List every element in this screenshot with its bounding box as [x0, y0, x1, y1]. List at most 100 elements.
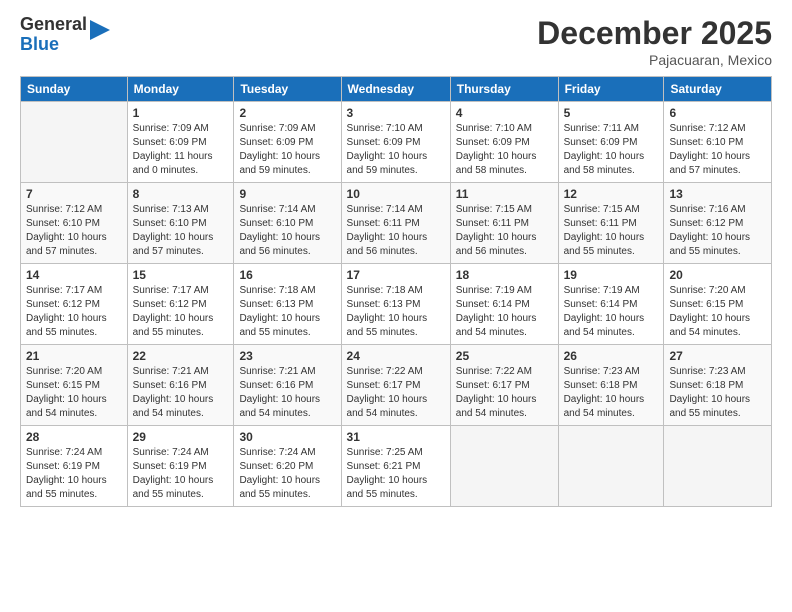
day-cell: 26 Sunrise: 7:23 AMSunset: 6:18 PMDaylig… — [558, 345, 664, 426]
day-cell: 19 Sunrise: 7:19 AMSunset: 6:14 PMDaylig… — [558, 264, 664, 345]
week-row-4: 21 Sunrise: 7:20 AMSunset: 6:15 PMDaylig… — [21, 345, 772, 426]
day-number: 1 — [133, 106, 229, 120]
day-info: Sunrise: 7:22 AMSunset: 6:17 PMDaylight:… — [347, 366, 428, 419]
day-cell — [664, 426, 772, 507]
day-cell: 25 Sunrise: 7:22 AMSunset: 6:17 PMDaylig… — [450, 345, 558, 426]
day-cell: 13 Sunrise: 7:16 AMSunset: 6:12 PMDaylig… — [664, 183, 772, 264]
day-cell: 2 Sunrise: 7:09 AMSunset: 6:09 PMDayligh… — [234, 102, 341, 183]
day-info: Sunrise: 7:10 AMSunset: 6:09 PMDaylight:… — [347, 123, 428, 176]
day-cell: 3 Sunrise: 7:10 AMSunset: 6:09 PMDayligh… — [341, 102, 450, 183]
calendar-page: General Blue December 2025 Pajacuaran, M… — [0, 0, 792, 612]
day-cell: 12 Sunrise: 7:15 AMSunset: 6:11 PMDaylig… — [558, 183, 664, 264]
day-info: Sunrise: 7:09 AMSunset: 6:09 PMDaylight:… — [239, 123, 320, 176]
day-info: Sunrise: 7:10 AMSunset: 6:09 PMDaylight:… — [456, 123, 537, 176]
day-number: 30 — [239, 430, 335, 444]
logo: General Blue — [20, 15, 110, 55]
header-tuesday: Tuesday — [234, 77, 341, 102]
day-cell: 17 Sunrise: 7:18 AMSunset: 6:13 PMDaylig… — [341, 264, 450, 345]
day-cell: 24 Sunrise: 7:22 AMSunset: 6:17 PMDaylig… — [341, 345, 450, 426]
day-cell — [21, 102, 128, 183]
day-info: Sunrise: 7:14 AMSunset: 6:11 PMDaylight:… — [347, 204, 428, 257]
day-number: 17 — [347, 268, 445, 282]
day-info: Sunrise: 7:18 AMSunset: 6:13 PMDaylight:… — [347, 285, 428, 338]
day-number: 14 — [26, 268, 122, 282]
day-cell: 4 Sunrise: 7:10 AMSunset: 6:09 PMDayligh… — [450, 102, 558, 183]
logo-general: General — [20, 15, 87, 35]
day-number: 5 — [564, 106, 659, 120]
day-number: 9 — [239, 187, 335, 201]
month-title: December 2025 — [537, 15, 772, 52]
day-number: 19 — [564, 268, 659, 282]
day-info: Sunrise: 7:20 AMSunset: 6:15 PMDaylight:… — [669, 285, 750, 338]
day-number: 12 — [564, 187, 659, 201]
week-row-3: 14 Sunrise: 7:17 AMSunset: 6:12 PMDaylig… — [21, 264, 772, 345]
logo-icon — [90, 20, 110, 50]
day-info: Sunrise: 7:24 AMSunset: 6:19 PMDaylight:… — [26, 447, 107, 500]
header-sunday: Sunday — [21, 77, 128, 102]
day-info: Sunrise: 7:19 AMSunset: 6:14 PMDaylight:… — [564, 285, 645, 338]
day-info: Sunrise: 7:17 AMSunset: 6:12 PMDaylight:… — [133, 285, 214, 338]
day-info: Sunrise: 7:11 AMSunset: 6:09 PMDaylight:… — [564, 123, 645, 176]
day-info: Sunrise: 7:13 AMSunset: 6:10 PMDaylight:… — [133, 204, 214, 257]
day-number: 20 — [669, 268, 766, 282]
day-info: Sunrise: 7:15 AMSunset: 6:11 PMDaylight:… — [564, 204, 645, 257]
day-number: 13 — [669, 187, 766, 201]
week-row-5: 28 Sunrise: 7:24 AMSunset: 6:19 PMDaylig… — [21, 426, 772, 507]
day-number: 23 — [239, 349, 335, 363]
day-info: Sunrise: 7:18 AMSunset: 6:13 PMDaylight:… — [239, 285, 320, 338]
header-thursday: Thursday — [450, 77, 558, 102]
day-info: Sunrise: 7:22 AMSunset: 6:17 PMDaylight:… — [456, 366, 537, 419]
day-number: 29 — [133, 430, 229, 444]
day-cell: 29 Sunrise: 7:24 AMSunset: 6:19 PMDaylig… — [127, 426, 234, 507]
title-block: December 2025 Pajacuaran, Mexico — [537, 15, 772, 68]
day-cell: 27 Sunrise: 7:23 AMSunset: 6:18 PMDaylig… — [664, 345, 772, 426]
week-row-2: 7 Sunrise: 7:12 AMSunset: 6:10 PMDayligh… — [21, 183, 772, 264]
logo-blue: Blue — [20, 35, 87, 55]
day-number: 8 — [133, 187, 229, 201]
day-number: 26 — [564, 349, 659, 363]
day-number: 7 — [26, 187, 122, 201]
day-info: Sunrise: 7:24 AMSunset: 6:19 PMDaylight:… — [133, 447, 214, 500]
day-cell: 23 Sunrise: 7:21 AMSunset: 6:16 PMDaylig… — [234, 345, 341, 426]
day-cell: 31 Sunrise: 7:25 AMSunset: 6:21 PMDaylig… — [341, 426, 450, 507]
day-number: 31 — [347, 430, 445, 444]
day-info: Sunrise: 7:15 AMSunset: 6:11 PMDaylight:… — [456, 204, 537, 257]
day-cell: 6 Sunrise: 7:12 AMSunset: 6:10 PMDayligh… — [664, 102, 772, 183]
day-number: 6 — [669, 106, 766, 120]
day-number: 28 — [26, 430, 122, 444]
day-cell: 22 Sunrise: 7:21 AMSunset: 6:16 PMDaylig… — [127, 345, 234, 426]
day-info: Sunrise: 7:24 AMSunset: 6:20 PMDaylight:… — [239, 447, 320, 500]
week-row-1: 1 Sunrise: 7:09 AMSunset: 6:09 PMDayligh… — [21, 102, 772, 183]
day-number: 21 — [26, 349, 122, 363]
day-cell: 21 Sunrise: 7:20 AMSunset: 6:15 PMDaylig… — [21, 345, 128, 426]
day-info: Sunrise: 7:12 AMSunset: 6:10 PMDaylight:… — [669, 123, 750, 176]
day-number: 27 — [669, 349, 766, 363]
day-info: Sunrise: 7:25 AMSunset: 6:21 PMDaylight:… — [347, 447, 428, 500]
day-info: Sunrise: 7:20 AMSunset: 6:15 PMDaylight:… — [26, 366, 107, 419]
header: General Blue December 2025 Pajacuaran, M… — [20, 15, 772, 68]
day-number: 24 — [347, 349, 445, 363]
day-info: Sunrise: 7:09 AMSunset: 6:09 PMDaylight:… — [133, 123, 213, 176]
day-info: Sunrise: 7:19 AMSunset: 6:14 PMDaylight:… — [456, 285, 537, 338]
day-info: Sunrise: 7:14 AMSunset: 6:10 PMDaylight:… — [239, 204, 320, 257]
day-cell: 7 Sunrise: 7:12 AMSunset: 6:10 PMDayligh… — [21, 183, 128, 264]
day-cell: 15 Sunrise: 7:17 AMSunset: 6:12 PMDaylig… — [127, 264, 234, 345]
day-cell — [450, 426, 558, 507]
day-number: 11 — [456, 187, 553, 201]
day-info: Sunrise: 7:12 AMSunset: 6:10 PMDaylight:… — [26, 204, 107, 257]
day-number: 22 — [133, 349, 229, 363]
day-cell: 8 Sunrise: 7:13 AMSunset: 6:10 PMDayligh… — [127, 183, 234, 264]
day-number: 16 — [239, 268, 335, 282]
day-info: Sunrise: 7:23 AMSunset: 6:18 PMDaylight:… — [564, 366, 645, 419]
calendar-table: Sunday Monday Tuesday Wednesday Thursday… — [20, 76, 772, 507]
day-number: 10 — [347, 187, 445, 201]
day-cell: 30 Sunrise: 7:24 AMSunset: 6:20 PMDaylig… — [234, 426, 341, 507]
header-friday: Friday — [558, 77, 664, 102]
day-cell — [558, 426, 664, 507]
day-cell: 20 Sunrise: 7:20 AMSunset: 6:15 PMDaylig… — [664, 264, 772, 345]
day-cell: 18 Sunrise: 7:19 AMSunset: 6:14 PMDaylig… — [450, 264, 558, 345]
logo-text: General Blue — [20, 15, 87, 55]
day-info: Sunrise: 7:21 AMSunset: 6:16 PMDaylight:… — [133, 366, 214, 419]
day-number: 2 — [239, 106, 335, 120]
header-monday: Monday — [127, 77, 234, 102]
